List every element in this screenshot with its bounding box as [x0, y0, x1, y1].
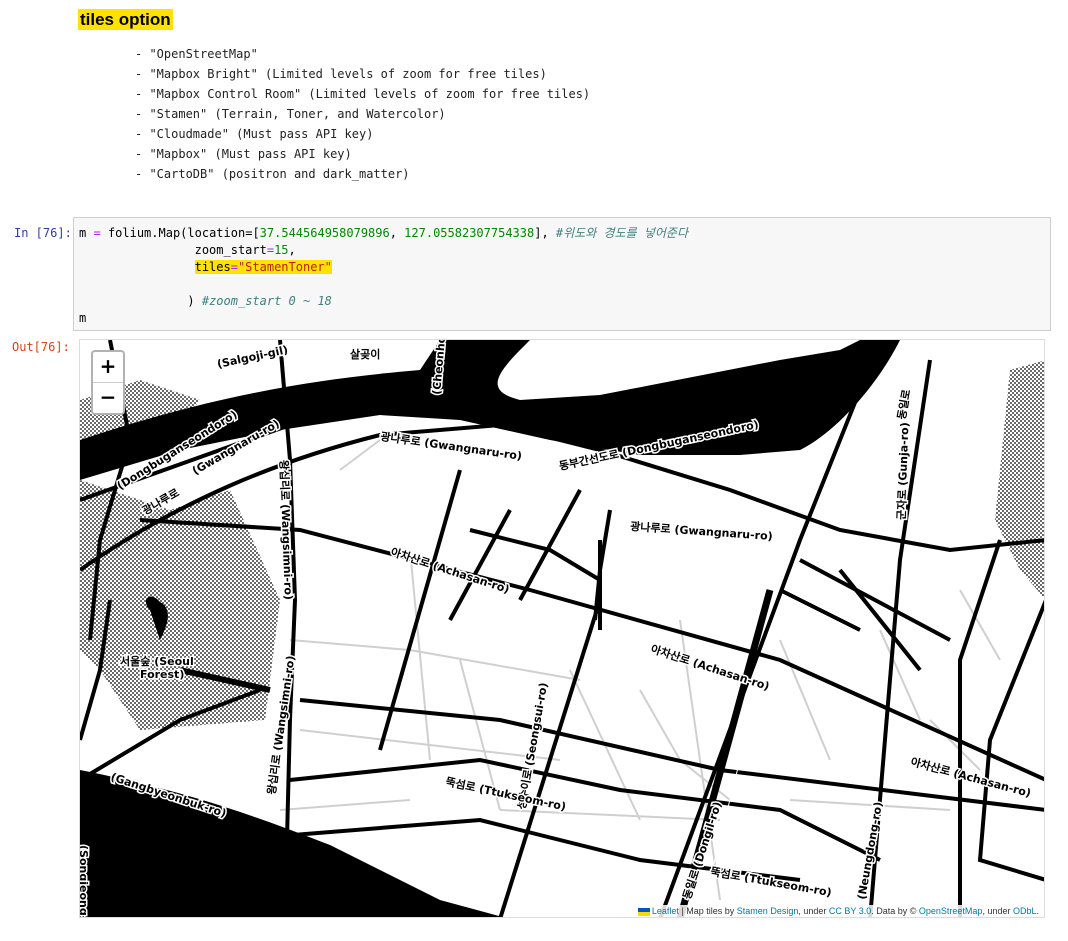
- code-last: m: [79, 311, 87, 325]
- map-label: 살곶이: [350, 347, 380, 361]
- code-tiles-highlight: tiles="StamenToner": [194, 260, 332, 274]
- zoom-in-button[interactable]: +: [93, 352, 123, 382]
- code-tiles-kw: tiles: [194, 260, 231, 274]
- attribution-text: . Data by ©: [871, 906, 919, 916]
- map-attribution: Leaflet | Map tiles by Stamen Design, un…: [632, 905, 1044, 917]
- code-comment: #zoom_start 0 ~ 18: [201, 294, 332, 308]
- map-label: 서울숲 (Seoul: [120, 654, 194, 668]
- list-item: - "Mapbox" (Must pass API key): [135, 147, 352, 161]
- map-label: 아차산로 (Achasan-ro): [389, 545, 511, 597]
- leaflet-link[interactable]: Leaflet: [652, 906, 679, 916]
- map-output[interactable]: (Salgoji-gil) 살곶이 (Dongbuganseondoro) 광나…: [79, 339, 1045, 918]
- code-var: m: [79, 226, 87, 240]
- code-op: =: [93, 226, 101, 240]
- input-prompt: In [76]:: [14, 226, 72, 240]
- heading-text: tiles option: [78, 9, 173, 30]
- map-label: (Salgoji-gil): [216, 343, 289, 371]
- code-zoom-kw: zoom_start: [194, 243, 267, 257]
- zoom-out-button[interactable]: −: [93, 382, 123, 413]
- odbl-link[interactable]: ODbL: [1013, 906, 1037, 916]
- attribution-text: .: [1036, 906, 1039, 916]
- output-prompt: Out[76]:: [12, 340, 70, 354]
- markdown-heading: tiles option: [78, 9, 173, 30]
- map-label: 동일로: [894, 388, 913, 420]
- map-label: 광나루로 (Gwangnaru-ro): [380, 429, 523, 463]
- list-item: - "Mapbox Control Room" (Limited levels …: [135, 87, 591, 101]
- code-comment: #위도와 경도를 넣어준다: [555, 226, 688, 240]
- code-close: ): [187, 294, 195, 308]
- tiles-option-list: - "OpenStreetMap" - "Mapbox Bright" (Lim…: [135, 44, 590, 184]
- map-label: 뚝섬로 (Ttukseom-ro): [444, 774, 567, 813]
- code-op: =: [266, 243, 275, 257]
- list-item: - "Cloudmade" (Must pass API key): [135, 127, 374, 141]
- stamen-link[interactable]: Stamen Design: [737, 906, 799, 916]
- list-item: - "CartoDB" (positron and dark_matter): [135, 167, 410, 181]
- map-label: 광나루로 (Gwangnaru-ro): [630, 519, 773, 543]
- attribution-text: , under: [798, 906, 829, 916]
- ukraine-flag-icon: [637, 907, 650, 916]
- code-tiles-val: "StamenToner": [237, 260, 332, 274]
- zoom-control: + −: [91, 350, 125, 415]
- list-item: - "OpenStreetMap": [135, 47, 258, 61]
- map-label: 뚝섬로 (Ttukseom-ro): [709, 864, 832, 899]
- map-label: Forest): [140, 668, 184, 681]
- code-lon: 127.05582307754338: [404, 226, 535, 240]
- ccby-link[interactable]: CC BY 3.0: [829, 906, 871, 916]
- code-cell-input[interactable]: m = folium.Map(location=[37.544564958079…: [73, 217, 1051, 331]
- code-op: =: [230, 260, 238, 274]
- map-label: 왕십리로 (Wangsimni-ro): [277, 460, 296, 601]
- list-item: - "Stamen" (Terrain, Toner, and Watercol…: [135, 107, 446, 121]
- code-call: folium.Map(location=: [107, 226, 253, 240]
- code-lat: 37.544564958079896: [259, 226, 390, 240]
- park-area: [995, 360, 1044, 598]
- map-tiles[interactable]: (Salgoji-gil) 살곶이 (Dongbuganseondoro) 광나…: [80, 340, 1045, 918]
- map-label: (Songjeong-ro): [80, 845, 90, 918]
- attribution-text: , under: [982, 906, 1013, 916]
- attribution-text: | Map tiles by: [678, 906, 737, 916]
- list-item: - "Mapbox Bright" (Limited levels of zoo…: [135, 67, 547, 81]
- osm-link[interactable]: OpenStreetMap: [919, 906, 983, 916]
- code-editor[interactable]: m = folium.Map(location=[37.544564958079…: [79, 225, 688, 327]
- code-zoom-val: 15: [274, 243, 289, 257]
